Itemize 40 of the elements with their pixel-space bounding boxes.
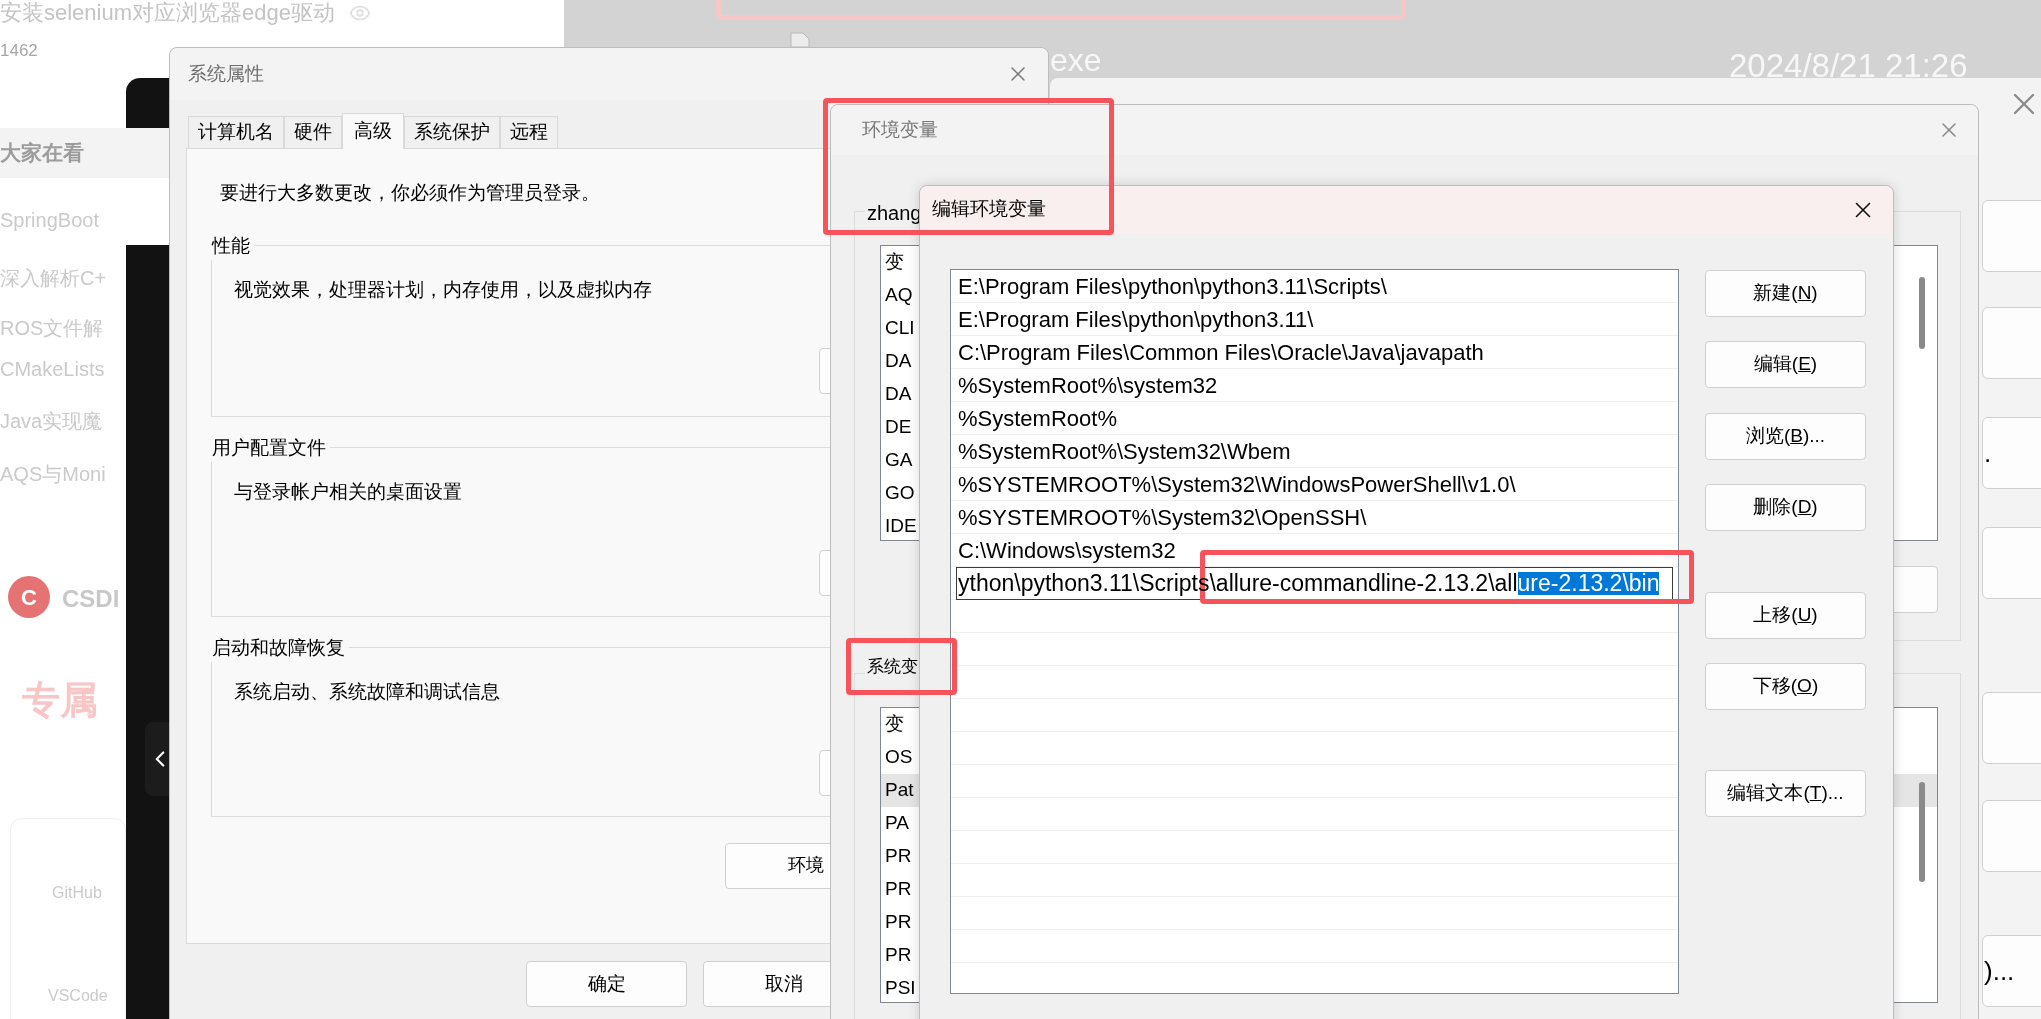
dialog-button[interactable]: 浏览(B)... [1705, 413, 1866, 460]
dialog-button[interactable]: 编辑(E) [1705, 341, 1866, 388]
group-description: 与登录帐户相关的桌面设置 [234, 480, 462, 502]
link-card[interactable] [10, 818, 126, 1019]
dialog-button[interactable]: 上移(U) [1705, 592, 1866, 639]
dialog-button[interactable]: 编辑文本(T)... [1705, 770, 1866, 817]
path-entry[interactable]: E:\Program Files\python\python3.11\Scripts\ [951, 270, 1678, 303]
path-list[interactable] [950, 269, 1679, 994]
path-entry[interactable]: %SystemRoot%\system32 [951, 369, 1678, 402]
tab[interactable]: 硬件 [284, 116, 342, 148]
path-entry[interactable]: %SystemRoot% [951, 402, 1678, 435]
tab[interactable]: 高级 [342, 113, 404, 149]
path-entry[interactable]: %SYSTEMROOT%\System32\OpenSSH\ [951, 501, 1678, 534]
group-description: 系统启动、系统故障和调试信息 [234, 680, 500, 702]
dialog-button[interactable]: 删除(D) [1705, 484, 1866, 531]
selected-text: ure-2.13.2\bin [1517, 571, 1660, 595]
tab[interactable]: 系统保护 [404, 116, 500, 148]
tab[interactable]: 远程 [500, 116, 558, 148]
path-entry[interactable]: E:\Program Files\python\python3.11\ [951, 303, 1678, 336]
button-text: . [1984, 436, 1992, 470]
scrollbar-thumb[interactable] [1919, 277, 1925, 349]
path-entry[interactable]: C:\Windows\system32 [951, 534, 1678, 567]
banner-heading: 专属 [22, 678, 98, 723]
window-button[interactable]: )... [1982, 935, 2041, 1007]
window-button[interactable]: . [1982, 417, 2041, 489]
dialog-button[interactable]: 下移(O) [1705, 663, 1866, 710]
button-text: )... [1984, 958, 2015, 984]
dialog-button[interactable]: 确定 [526, 961, 687, 1007]
section-heading: 大家在看 [0, 128, 169, 178]
tab[interactable]: 计算机名 [188, 116, 284, 148]
path-entry[interactable]: C:\Program Files\Common Files\Oracle\Java\javapath [951, 336, 1678, 369]
path-entry[interactable]: %SYSTEMROOT%\System32\WindowsPowerShell\v1.0\ [951, 468, 1678, 501]
view-count: 1462 [0, 40, 38, 62]
path-entry[interactable]: %SystemRoot%\System32\Wbem [951, 435, 1678, 468]
window-title: 系统属性 [188, 61, 264, 86]
group-description: 视觉效果，处理器计划，内存使用，以及虚拟内存 [234, 278, 652, 300]
dialog-button[interactable]: 新建(N) [1705, 270, 1866, 317]
window-title: 环境变量 [862, 117, 938, 142]
scrollbar-thumb[interactable] [1919, 782, 1925, 882]
window-title: 编辑环境变量 [932, 197, 1046, 222]
